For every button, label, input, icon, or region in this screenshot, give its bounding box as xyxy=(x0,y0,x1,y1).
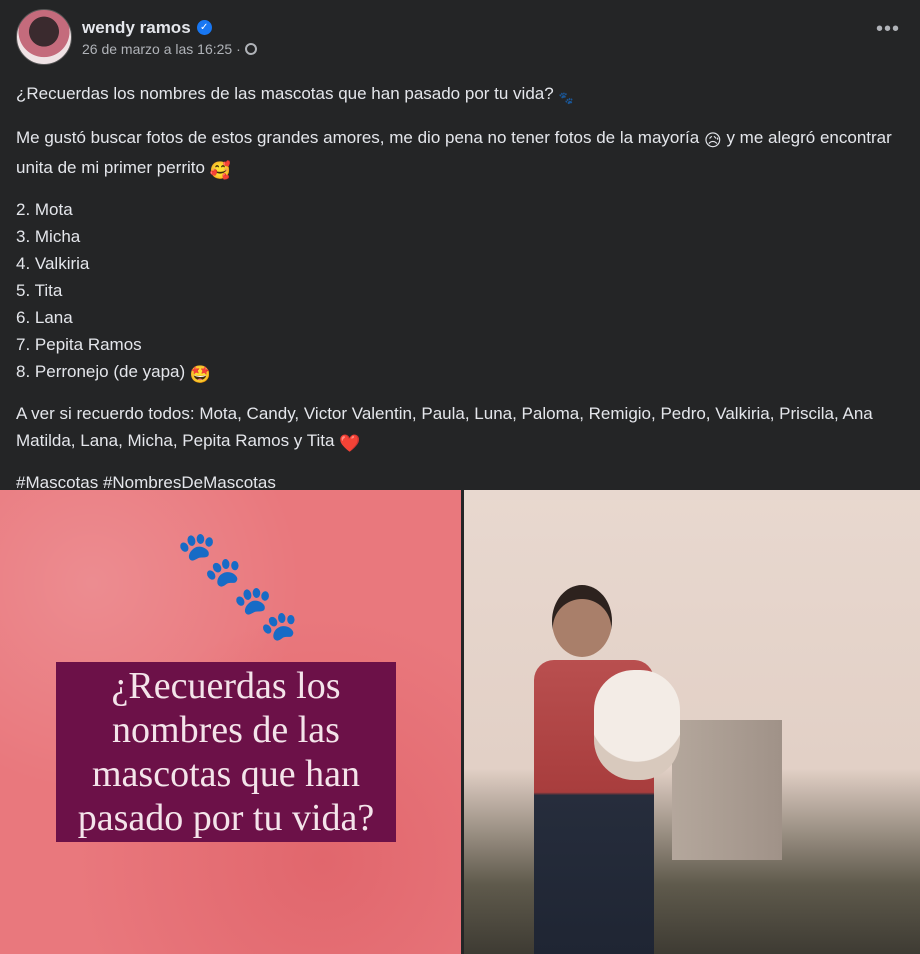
author-name[interactable]: wendy ramos xyxy=(82,18,191,38)
list-item: 4. Valkiria xyxy=(16,254,90,273)
post-timestamp[interactable]: 26 de marzo a las 16:25 · xyxy=(82,41,241,57)
post-meta: wendy ramos ✓ 26 de marzo a las 16:25 · xyxy=(82,18,257,57)
sad-emoji-icon: 😥 xyxy=(703,131,722,150)
photo-caption-box: ¿Recuerdas los nombres de las mascotas q… xyxy=(56,662,396,842)
puppy xyxy=(594,670,680,780)
list-item: 2. Mota xyxy=(16,200,73,219)
photo-left[interactable]: 🐾 🐾 ¿Recuerdas los nombres de las mascot… xyxy=(0,490,461,954)
timestamp-row: 26 de marzo a las 16:25 · xyxy=(82,41,257,57)
paw-icon: 🐾 xyxy=(176,529,244,589)
post-header: wendy ramos ✓ 26 de marzo a las 16:25 · xyxy=(16,9,257,65)
heart-emoji-icon: ❤️ xyxy=(339,434,361,453)
star-eyes-emoji-icon: 🤩 xyxy=(189,365,212,384)
list-item-last: 8. Perronejo (de yapa) 🤩 xyxy=(16,358,906,388)
background-building xyxy=(672,720,782,860)
post-content: ¿Recuerdas los nombres de las mascotas q… xyxy=(16,80,906,496)
paw-icon: 🐾 xyxy=(232,583,300,643)
pet-list: 2. Mota 3. Micha 4. Valkiria 5. Tita 6. … xyxy=(16,196,906,388)
list-item: 6. Lana xyxy=(16,308,73,327)
list-item: 5. Tita xyxy=(16,281,63,300)
child-head xyxy=(552,585,612,657)
recall-text: A ver si recuerdo todos: Mota, Candy, Vi… xyxy=(16,404,873,450)
photo-right[interactable] xyxy=(464,490,920,954)
paw-emoji-icon: 🐾 xyxy=(558,91,574,105)
intro-line: ¿Recuerdas los nombres de las mascotas q… xyxy=(16,80,906,112)
love-emoji-icon: 🥰 xyxy=(209,161,231,180)
recall-paragraph: A ver si recuerdo todos: Mota, Candy, Vi… xyxy=(16,400,906,457)
globe-icon xyxy=(244,42,257,55)
avatar[interactable] xyxy=(16,9,72,65)
verified-badge-icon: ✓ xyxy=(196,20,212,35)
list-item: 3. Micha xyxy=(16,227,81,246)
list-item: 7. Pepita Ramos xyxy=(16,335,142,354)
intro-text: ¿Recuerdas los nombres de las mascotas q… xyxy=(16,84,554,103)
author-row: wendy ramos ✓ xyxy=(82,18,257,38)
more-options-icon[interactable]: ••• xyxy=(876,18,900,41)
body-text: Me gustó buscar fotos de estos grandes a… xyxy=(16,128,700,147)
photo-caption-text: ¿Recuerdas los nombres de las mascotas q… xyxy=(77,665,375,839)
body-paragraph: Me gustó buscar fotos de estos grandes a… xyxy=(16,124,906,184)
list-item-text: 8. Perronejo (de yapa) xyxy=(16,362,186,381)
